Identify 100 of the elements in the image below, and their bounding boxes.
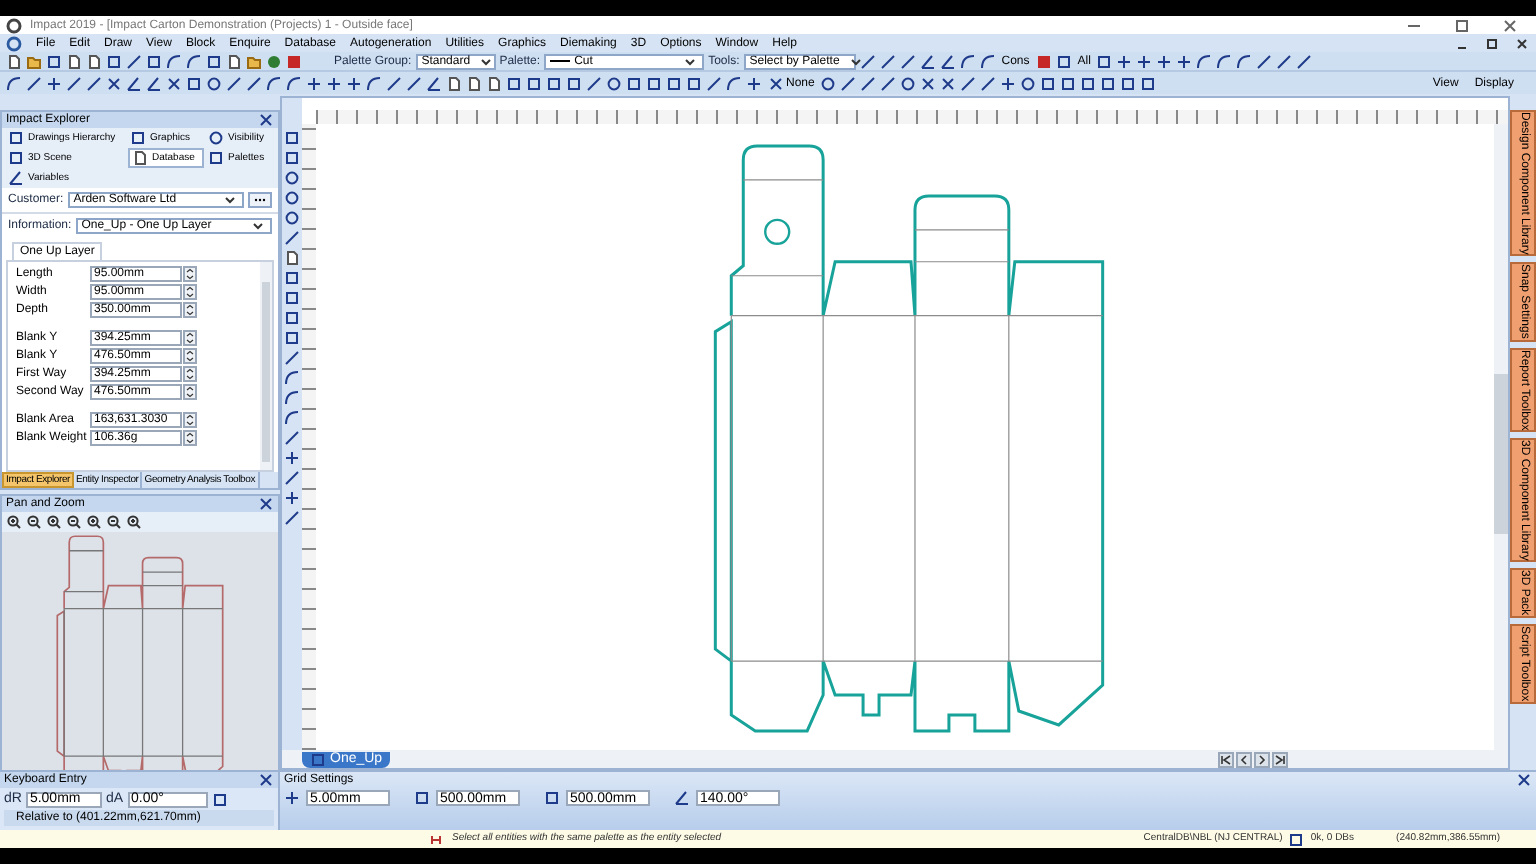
square-icon[interactable] [284,330,300,346]
scrollbar-thumb[interactable] [262,282,270,462]
document-icon[interactable] [284,250,300,266]
line-icon[interactable] [246,75,262,91]
spinner-icon[interactable] [182,366,198,382]
square-icon[interactable] [1096,53,1113,69]
line-icon[interactable] [86,75,102,91]
line-icon[interactable] [840,75,857,91]
arc-icon[interactable] [6,75,22,91]
plus-icon[interactable] [284,450,300,466]
square-icon[interactable] [284,130,300,146]
close-icon[interactable] [1516,772,1532,788]
square-icon[interactable] [1055,53,1072,69]
plus-icon[interactable] [1116,53,1133,69]
document-menu-icon[interactable] [6,35,22,51]
line-icon[interactable] [284,430,300,446]
angle-icon[interactable] [919,53,936,69]
line-icon[interactable] [126,53,142,69]
square-icon[interactable] [1060,75,1077,91]
square-icon[interactable] [1040,75,1057,91]
square-icon[interactable] [284,290,300,306]
plus-icon[interactable] [1136,53,1153,69]
square-icon[interactable] [506,75,522,91]
scrollbar[interactable] [1494,124,1508,750]
arc-icon[interactable] [366,75,382,91]
line-icon[interactable] [1296,53,1313,69]
scrollbar-thumb[interactable] [1494,374,1508,534]
zoom-in-icon[interactable] [46,514,62,530]
square-icon[interactable] [546,75,562,91]
arc-icon[interactable] [726,75,742,91]
close-icon[interactable] [1502,17,1518,33]
cross-icon[interactable] [920,75,937,91]
square-icon[interactable] [106,53,122,69]
plus-icon[interactable] [1176,53,1193,69]
square-icon[interactable] [284,150,300,166]
square-icon[interactable] [666,75,682,91]
cross-icon[interactable] [940,75,957,91]
previous-icon[interactable] [1236,751,1252,767]
line-icon[interactable] [386,75,402,91]
line-icon[interactable] [586,75,602,91]
zoom-in-icon[interactable] [86,514,102,530]
close-icon[interactable] [258,112,274,128]
square-icon[interactable] [1120,75,1137,91]
cross-icon[interactable] [106,75,122,91]
square-icon[interactable] [626,75,642,91]
line-icon[interactable] [284,470,300,486]
close-icon[interactable] [1514,35,1530,51]
filled-square-icon[interactable] [1035,53,1052,69]
line-icon[interactable] [226,75,242,91]
line-icon[interactable] [26,75,42,91]
line-icon[interactable] [899,53,916,69]
square-icon[interactable] [146,53,162,69]
circle-icon[interactable] [284,190,300,206]
close-icon[interactable] [258,496,274,512]
plus-icon[interactable] [746,75,762,91]
circle-icon[interactable] [206,75,222,91]
line-icon[interactable] [879,53,896,69]
spinner-icon[interactable] [182,384,198,400]
zoom-out-icon[interactable] [26,514,42,530]
line-icon[interactable] [284,510,300,526]
plus-icon[interactable] [326,75,342,91]
square-icon[interactable] [566,75,582,91]
line-icon[interactable] [284,350,300,366]
last-page-icon[interactable] [1272,751,1288,767]
zoom-out-icon[interactable] [106,514,122,530]
line-icon[interactable] [1276,53,1293,69]
first-page-icon[interactable] [1218,751,1234,767]
square-icon[interactable] [46,53,62,69]
close-icon[interactable] [258,772,274,788]
angle-icon[interactable] [426,75,442,91]
square-icon[interactable] [186,75,202,91]
line-icon[interactable] [66,75,82,91]
circle-icon[interactable] [820,75,837,91]
next-icon[interactable] [1254,751,1270,767]
circle-icon[interactable] [284,210,300,226]
line-icon[interactable] [960,75,977,91]
spinner-icon[interactable] [182,302,198,318]
square-icon[interactable] [526,75,542,91]
angle-icon[interactable] [939,53,956,69]
spinner-icon[interactable] [182,266,198,282]
square-icon[interactable] [1080,75,1097,91]
square-icon[interactable] [1140,75,1157,91]
plus-icon[interactable] [1000,75,1017,91]
square-icon[interactable] [284,270,300,286]
plus-icon[interactable] [1156,53,1173,69]
line-icon[interactable] [980,75,997,91]
spinner-icon[interactable] [182,430,198,446]
circle-icon[interactable] [284,170,300,186]
line-icon[interactable] [860,75,877,91]
spinner-icon[interactable] [182,330,198,346]
spinner-icon[interactable] [182,284,198,300]
angle-icon[interactable] [126,75,142,91]
square-icon[interactable] [1100,75,1117,91]
line-icon[interactable] [880,75,897,91]
zoom-in-icon[interactable] [6,514,22,530]
square-icon[interactable] [211,791,228,807]
line-icon[interactable] [406,75,422,91]
scrollbar[interactable] [260,262,272,470]
square-icon[interactable] [284,310,300,326]
filled-square-icon[interactable] [286,53,302,69]
